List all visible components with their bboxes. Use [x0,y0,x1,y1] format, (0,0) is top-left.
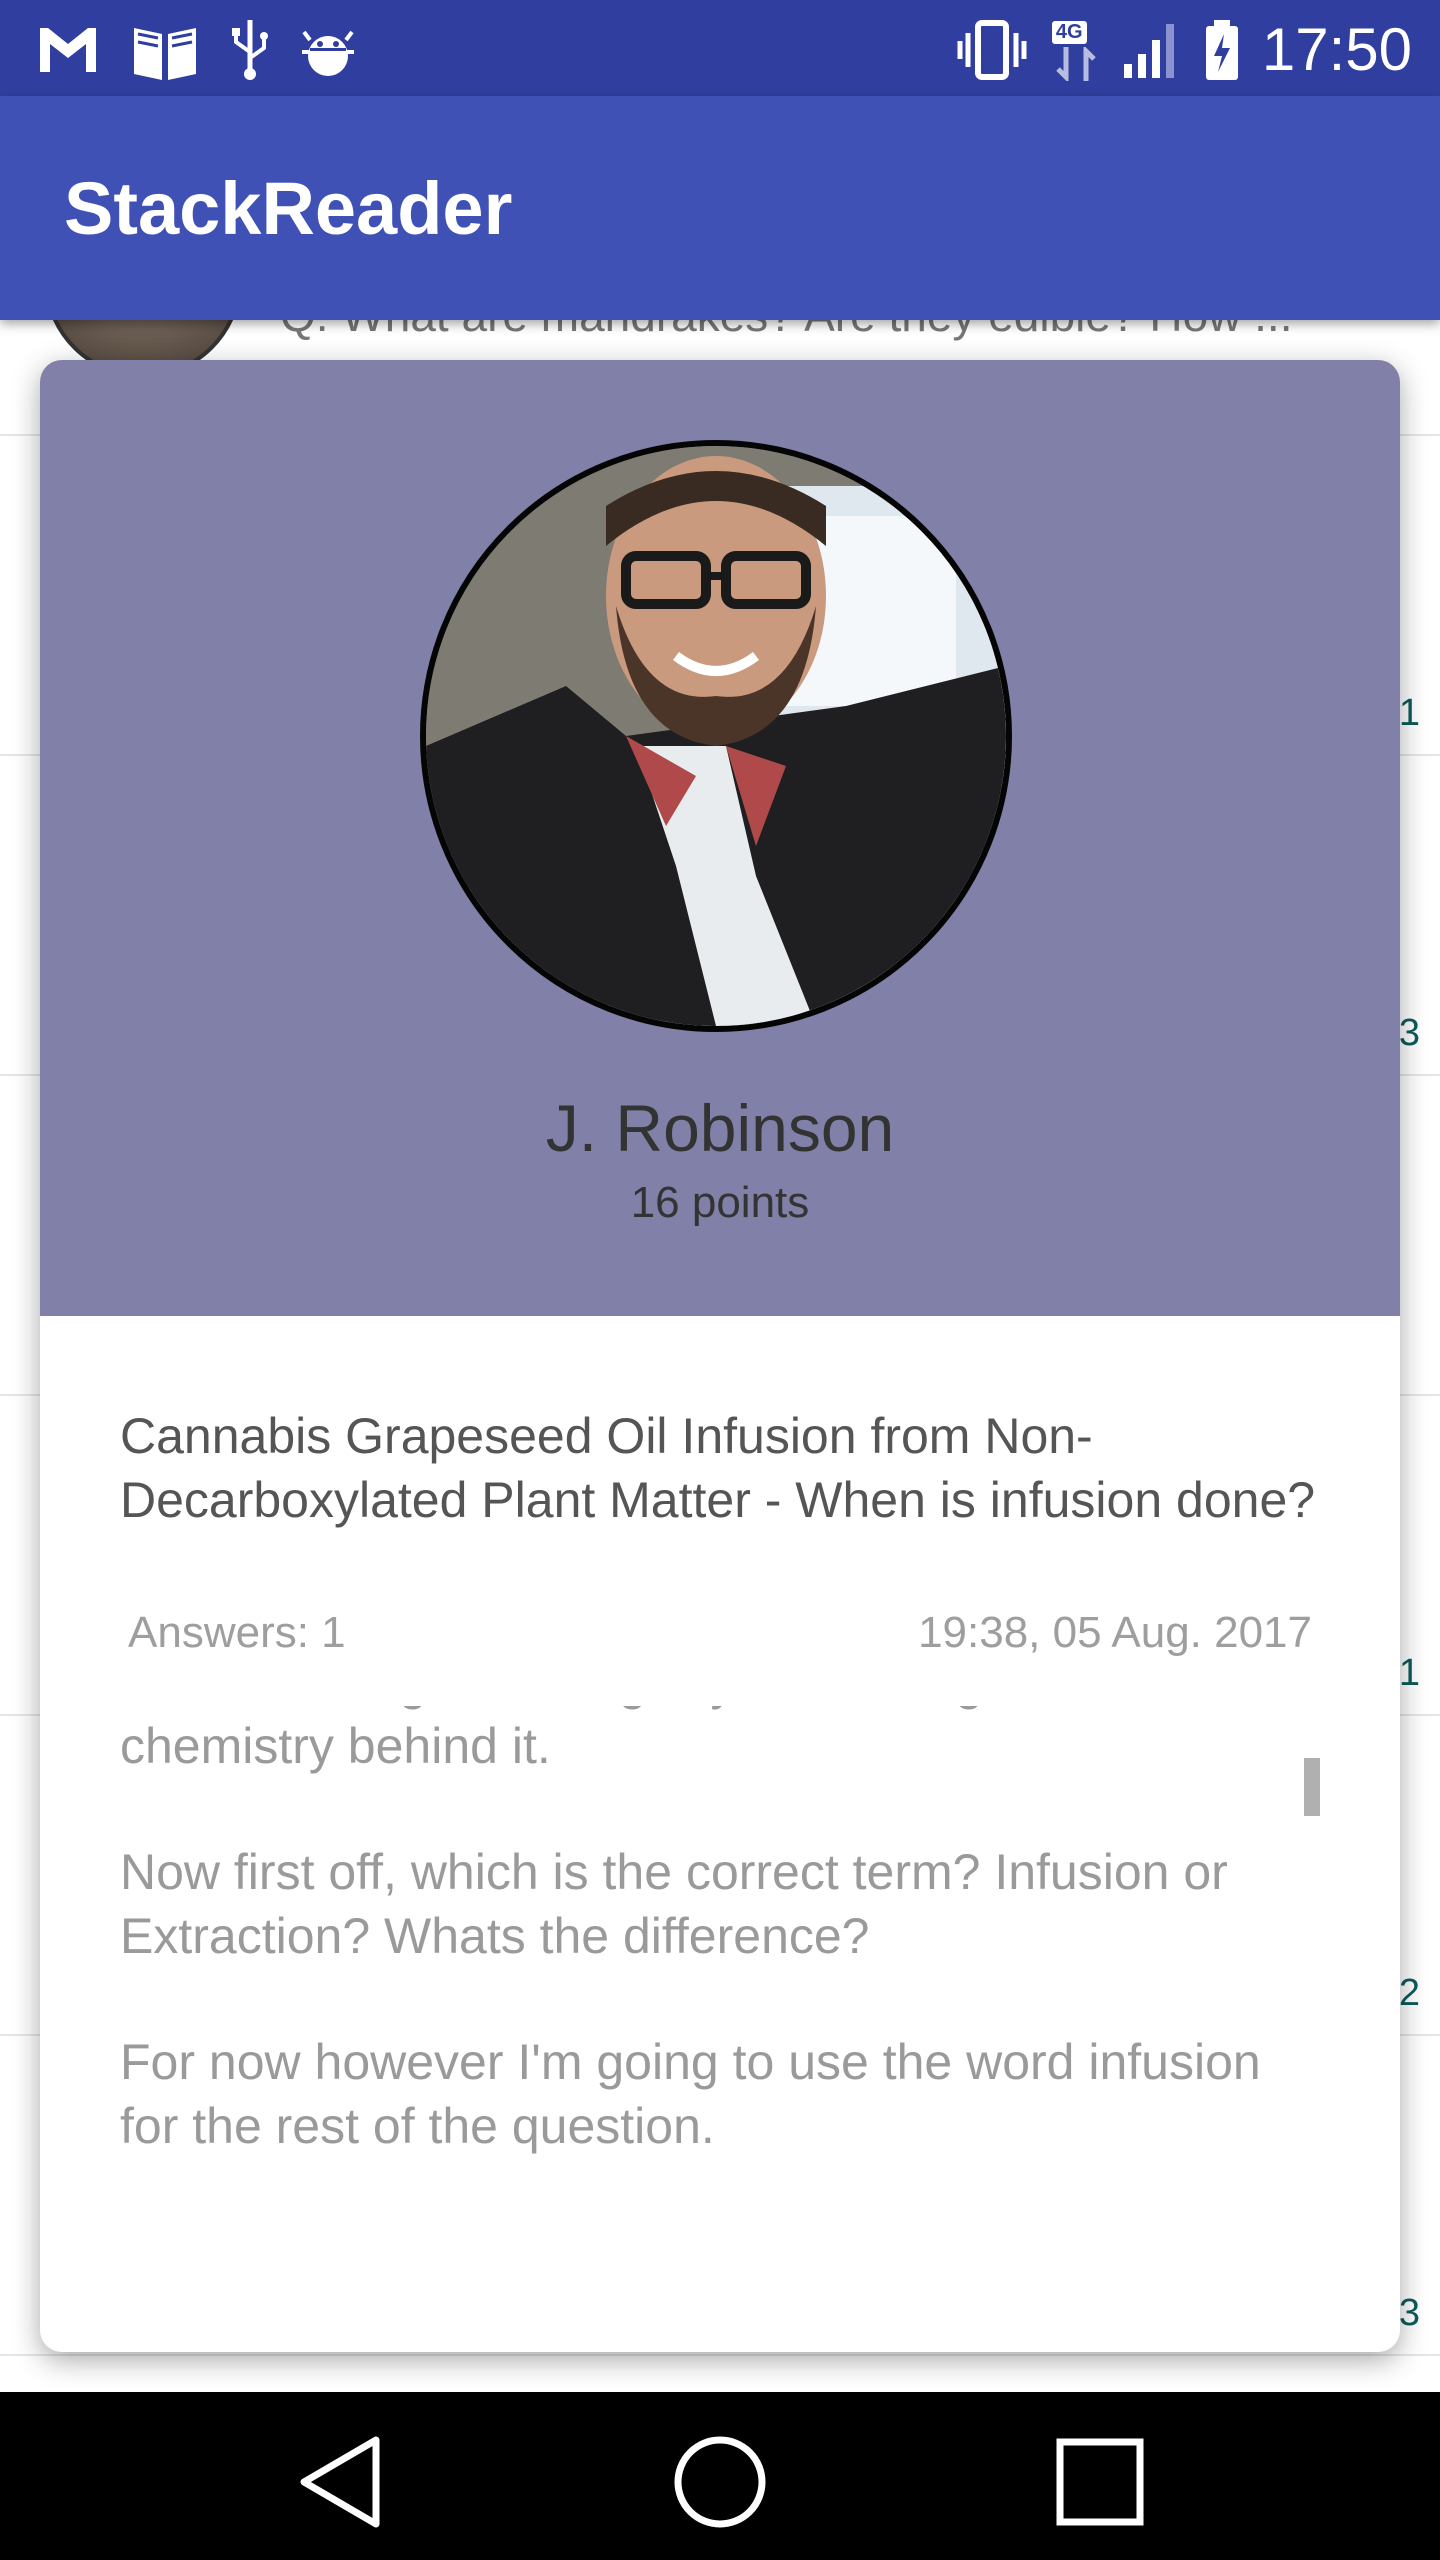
android-debug-icon [302,30,354,76]
list-item-count: 3 [1398,2292,1420,2334]
home-icon[interactable] [670,2432,770,2532]
question-body-scroll[interactable]: I'm not asking about legality. I'm askin… [120,1706,1300,2266]
list-item-count: 1 [1398,1652,1420,1694]
question-body-paragraph: I'm not asking about legality. I'm askin… [120,1706,1205,1774]
question-title: Cannabis Grapeseed Oil Infusion from Non… [120,1408,1316,1528]
network-4g-icon: 4G [1050,19,1100,81]
gmail-icon [40,28,96,72]
list-item-count: 1 [1398,692,1420,734]
usb-icon [232,20,268,80]
user-avatar[interactable] [420,440,1012,1032]
scrollbar-thumb[interactable] [1304,1758,1320,1816]
battery-charging-icon [1205,20,1238,80]
list-divider [0,2354,1440,2356]
status-time: 17:50 [1261,16,1412,83]
question-detail-dialog: J. Robinson 16 points Cannabis Grapeseed… [40,360,1400,2352]
user-points: 16 points [630,1178,810,1227]
avatar-photo [426,446,1006,1026]
vibrate-icon [957,20,1027,80]
recents-icon[interactable] [1050,2432,1150,2532]
question-body: I'm not asking about legality. I'm askin… [120,1706,1300,2220]
question-body-paragraph: For now however I'm going to use the wor… [120,2034,1261,2154]
status-notification-icons [36,18,356,82]
list-item-count: 2 [1398,1972,1420,2014]
navigation-bar [0,2392,1440,2560]
app-bar: StackReader [0,96,1440,320]
user-profile-header: J. Robinson 16 points [40,360,1400,1316]
status-bar: 4G 17:50 [0,0,1440,96]
signal-icon [1123,24,1174,78]
user-name: J. Robinson [545,1091,895,1165]
question-date: 19:38, 05 Aug. 2017 [918,1608,1312,1657]
books-icon [134,28,196,80]
question-body-paragraph: Now first off, which is the correct term… [120,1844,1228,1964]
answers-count: Answers: 1 [128,1608,346,1657]
list-item-count: 3 [1398,1012,1420,1054]
network-label: 4G [1051,21,1087,44]
status-system-icons: 4G 17:50 [956,14,1412,86]
app-title: StackReader [64,167,513,250]
list-item-title: Q: What are mandrakes? Are they edible? … [280,320,1293,342]
back-icon[interactable] [290,2432,390,2532]
